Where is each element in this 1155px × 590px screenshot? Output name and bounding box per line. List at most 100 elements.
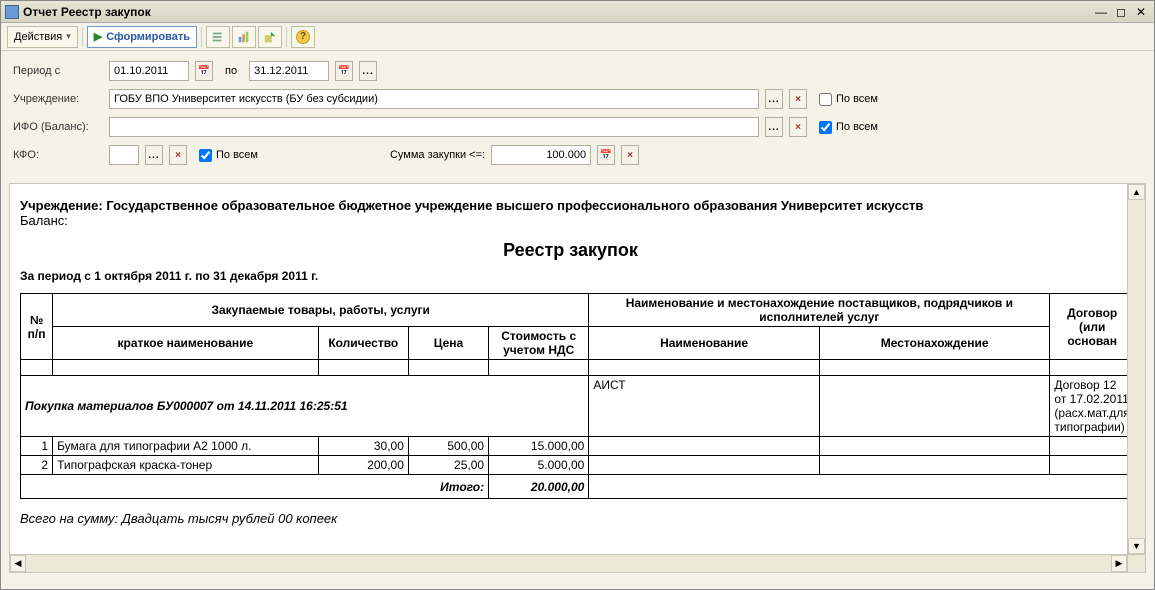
calendar-from-button[interactable]: 📅 (195, 61, 213, 81)
scroll-left-icon[interactable]: ◀ (10, 555, 26, 572)
group-label: Покупка материалов БУ000007 от 14.11.201… (21, 376, 589, 437)
group-contract: Договор 12 от 17.02.2011 (расх.мат.для т… (1050, 376, 1127, 437)
titlebar: Отчет Реестр закупок — ◻ ✕ (1, 1, 1154, 23)
th-suploc: Местонахождение (819, 327, 1050, 360)
separator (82, 27, 83, 47)
th-price: Цена (408, 327, 488, 360)
scroll-right-icon[interactable]: ▶ (1111, 555, 1127, 572)
org-input[interactable] (109, 89, 759, 109)
th-suppliers: Наименование и местонахождение поставщик… (589, 294, 1050, 327)
total-value: 20.000,00 (489, 475, 589, 499)
cell-qty: 200,00 (318, 456, 408, 475)
toolbar: Действия ▾ ▶ Сформировать ? (1, 23, 1154, 51)
calendar-to-button[interactable]: 📅 (335, 61, 353, 81)
ifo-label: ИФО (Баланс): (13, 121, 103, 133)
kfo-input[interactable] (109, 145, 139, 165)
ifo-clear-button[interactable]: × (789, 117, 807, 137)
ifo-all-checkbox[interactable]: По всем (819, 121, 878, 134)
cell-name: Типографская краска-тонер (53, 456, 319, 475)
th-goods: Закупаемые товары, работы, услуги (53, 294, 589, 327)
org-full: Государственное образовательное бюджетно… (106, 198, 923, 213)
export-icon (263, 30, 277, 44)
cell-cost: 5.000,00 (489, 456, 589, 475)
separator (201, 27, 202, 47)
balance-label: Баланс: (20, 213, 1121, 228)
th-npp: № п/п (21, 294, 53, 360)
scroll-down-icon[interactable]: ▼ (1128, 538, 1145, 554)
cell-qty: 30,00 (318, 437, 408, 456)
cell-n: 1 (21, 437, 53, 456)
chart-button[interactable] (232, 26, 256, 48)
cell-n: 2 (21, 456, 53, 475)
org-all-label: По всем (836, 93, 878, 105)
help-button[interactable]: ? (291, 26, 315, 48)
org-prefix: Учреждение: (20, 198, 106, 213)
table-row: 2 Типографская краска-тонер 200,00 25,00… (21, 456, 1128, 475)
th-supname: Наименование (589, 327, 820, 360)
play-icon: ▶ (94, 30, 102, 43)
table-row: 1 Бумага для типографии А2 1000 л. 30,00… (21, 437, 1128, 456)
registry-table: № п/п Закупаемые товары, работы, услуги … (20, 293, 1127, 499)
separator (286, 27, 287, 47)
kfo-label: КФО: (13, 149, 103, 161)
period-from-input[interactable] (109, 61, 189, 81)
period-to-input[interactable] (249, 61, 329, 81)
kfo-all-checkbox[interactable]: По всем (199, 149, 258, 162)
th-qty: Количество (318, 327, 408, 360)
org-all-checkbox[interactable]: По всем (819, 93, 878, 106)
horizontal-scrollbar[interactable]: ◀ ▶ (10, 554, 1127, 572)
ifo-input[interactable] (109, 117, 759, 137)
scroll-corner (1127, 554, 1145, 572)
org-select-button[interactable]: ... (765, 89, 783, 109)
report-title: Реестр закупок (20, 240, 1121, 261)
cell-price: 25,00 (408, 456, 488, 475)
period-text: За период с 1 октября 2011 г. по 31 дека… (20, 269, 1121, 283)
period-from-label: Период с (13, 65, 103, 77)
org-clear-button[interactable]: × (789, 89, 807, 109)
sum-label: Сумма закупки <=: (390, 149, 485, 161)
close-button[interactable]: ✕ (1132, 4, 1150, 20)
chevron-down-icon: ▾ (66, 31, 71, 42)
vertical-scrollbar[interactable]: ▲ ▼ (1127, 184, 1145, 554)
scroll-up-icon[interactable]: ▲ (1128, 184, 1145, 200)
actions-menu-button[interactable]: Действия ▾ (7, 26, 78, 48)
th-contract: Договор (или основан (1050, 294, 1127, 360)
kfo-all-label: По всем (216, 149, 258, 161)
sum-calc-button[interactable]: 📅 (597, 145, 615, 165)
form-label: Сформировать (106, 31, 190, 43)
sum-input[interactable] (491, 145, 591, 165)
ifo-select-button[interactable]: ... (765, 117, 783, 137)
report-area: Учреждение: Государственное образователь… (9, 183, 1146, 573)
ifo-all-label: По всем (836, 121, 878, 133)
th-shortname: краткое наименование (53, 327, 319, 360)
chart-icon (237, 30, 251, 44)
group-location (819, 376, 1050, 437)
table-row (21, 360, 1128, 376)
period-to-label: по (219, 65, 243, 77)
minimize-button[interactable]: — (1092, 4, 1110, 20)
cell-name: Бумага для типографии А2 1000 л. (53, 437, 319, 456)
kfo-clear-button[interactable]: × (169, 145, 187, 165)
window-title: Отчет Реестр закупок (23, 5, 151, 19)
export-button[interactable] (258, 26, 282, 48)
filter-panel: Период с 📅 по 📅 ... Учреждение: ... × По… (1, 51, 1154, 179)
total-row: Итого: 20.000,00 (21, 475, 1128, 499)
group-supplier: АИСТ (589, 376, 820, 437)
kfo-select-button[interactable]: ... (145, 145, 163, 165)
settings-button[interactable] (206, 26, 230, 48)
maximize-button[interactable]: ◻ (1112, 4, 1130, 20)
total-label: Итого: (21, 475, 489, 499)
actions-label: Действия (14, 31, 62, 43)
form-report-button[interactable]: ▶ Сформировать (87, 26, 197, 48)
app-icon (5, 5, 19, 19)
cell-cost: 15.000,00 (489, 437, 589, 456)
sum-clear-button[interactable]: × (621, 145, 639, 165)
table-group-row: Покупка материалов БУ000007 от 14.11.201… (21, 376, 1128, 437)
th-cost: Стоимость с учетом НДС (489, 327, 589, 360)
sum-in-words: Всего на сумму: Двадцать тысяч рублей 00… (20, 511, 1121, 526)
org-label: Учреждение: (13, 93, 103, 105)
help-icon: ? (296, 30, 310, 44)
report-content: Учреждение: Государственное образователь… (10, 184, 1127, 554)
list-icon (211, 30, 225, 44)
period-select-button[interactable]: ... (359, 61, 377, 81)
